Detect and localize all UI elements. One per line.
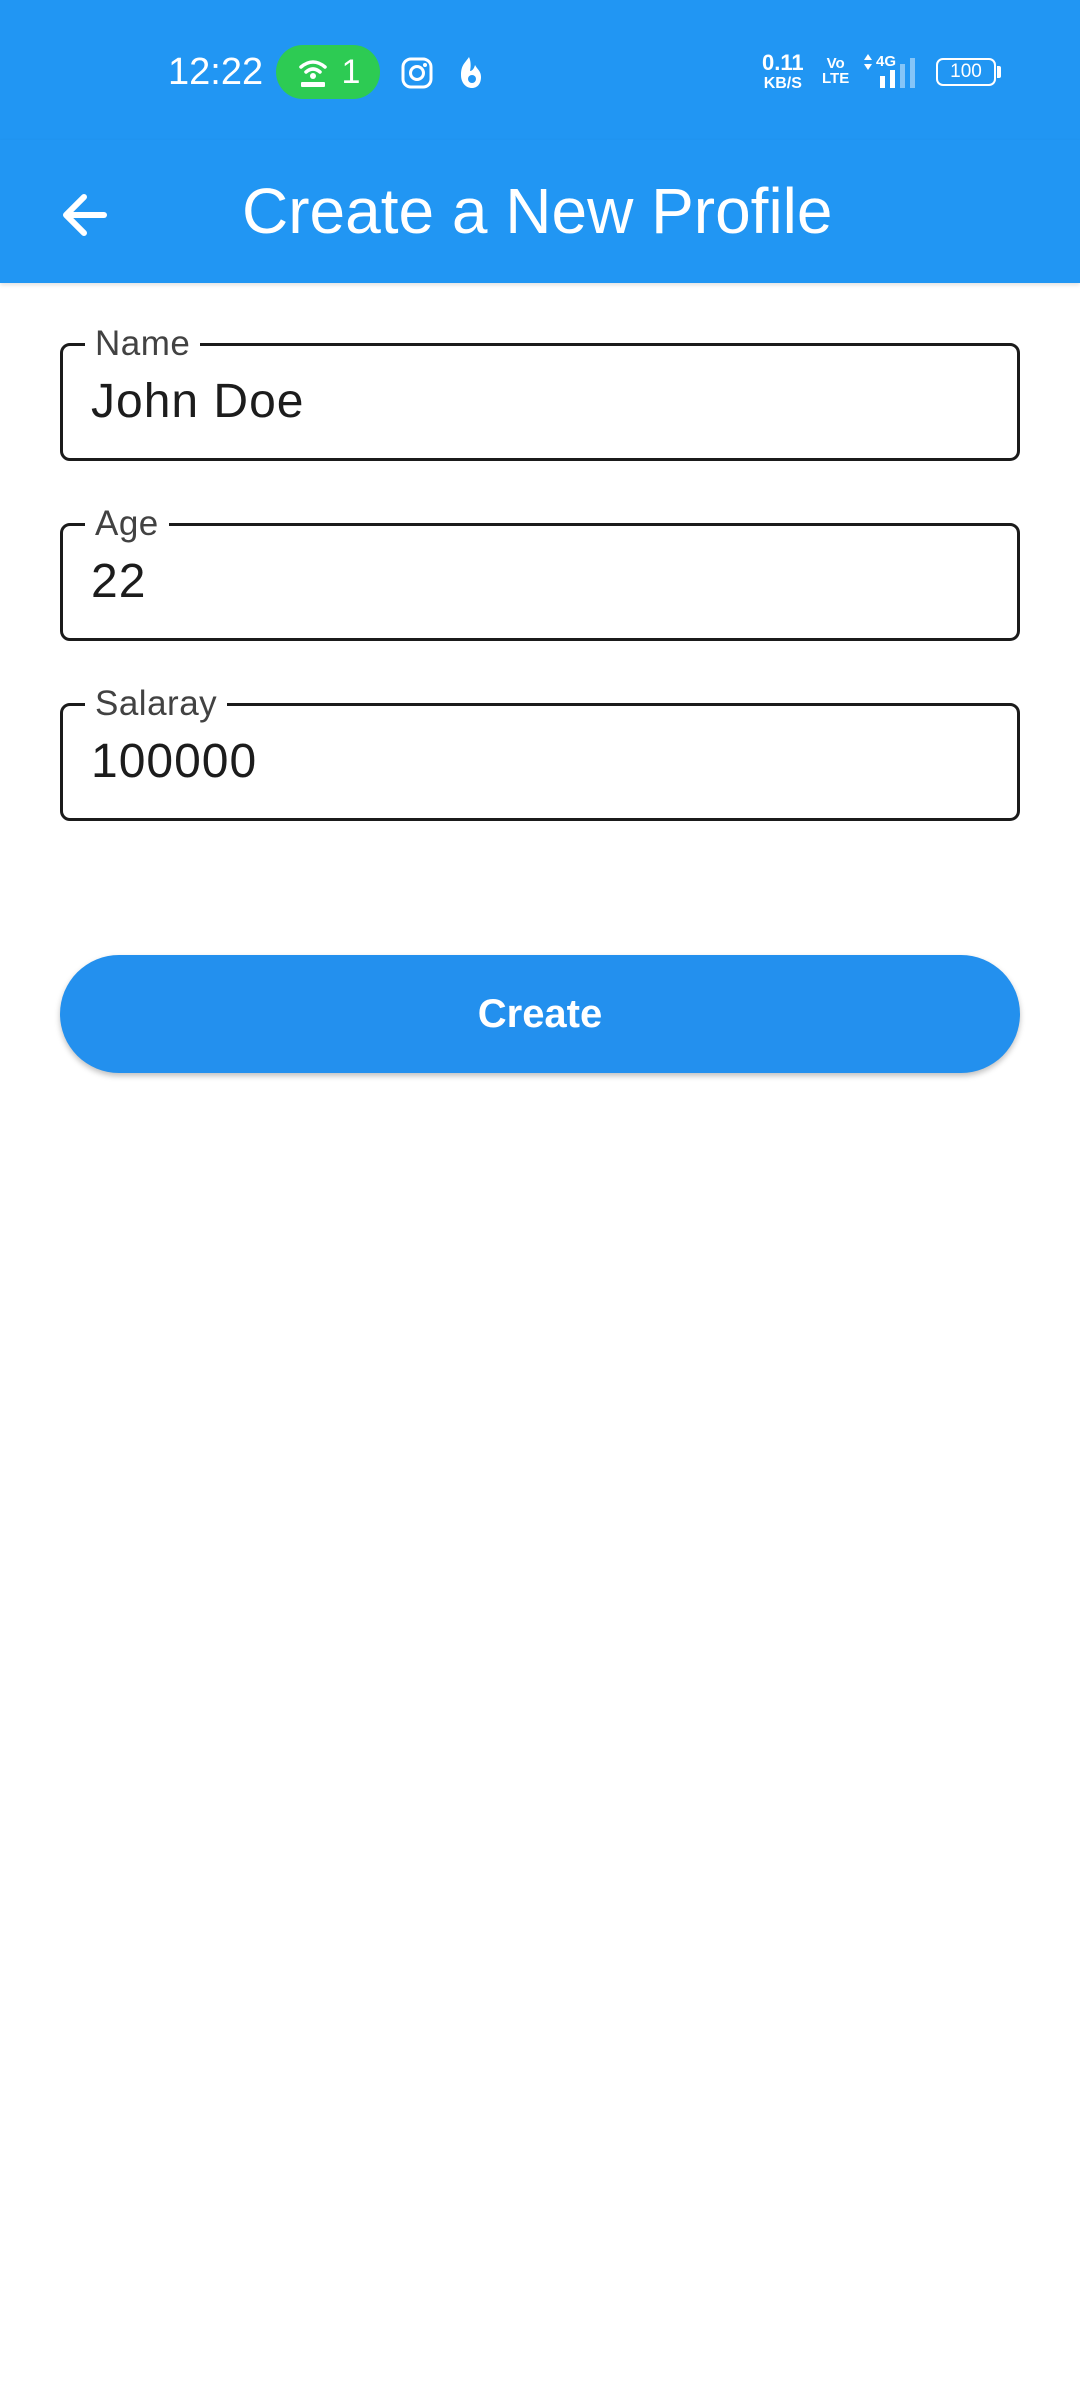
network-speed-unit: KB/S (763, 75, 802, 92)
create-button[interactable]: Create (60, 955, 1020, 1073)
network-speed: 0.11 KB/S (762, 52, 804, 92)
hotspot-count: 1 (341, 52, 361, 91)
app-bar: Create a New Profile (0, 140, 1080, 283)
status-bar: 12:22 1 0.11 KB/S Vo LTE 4G 100 (0, 0, 1080, 140)
age-input[interactable] (91, 526, 991, 638)
back-button[interactable] (40, 173, 128, 261)
battery-level: 100 (950, 61, 982, 82)
name-field[interactable]: Name (60, 324, 1020, 461)
hotspot-indicator[interactable]: 1 (276, 45, 380, 99)
age-field[interactable]: Age (60, 504, 1020, 641)
instagram-icon (400, 56, 434, 95)
arrow-back-icon (58, 189, 110, 246)
page-title: Create a New Profile (242, 175, 833, 247)
app-notification-icon (455, 55, 485, 96)
signal-icon: 4G (860, 50, 924, 97)
network-type: 4G (876, 53, 896, 70)
volte-bottom: LTE (822, 70, 850, 87)
network-speed-value: 0.11 (762, 50, 804, 75)
volte-indicator: Vo LTE (822, 56, 849, 86)
hotspot-icon (296, 55, 330, 89)
volte-top: Vo (826, 55, 845, 72)
battery-tip (997, 66, 1001, 78)
status-time: 12:22 (168, 51, 264, 93)
salary-field[interactable]: Salaray (60, 684, 1020, 821)
name-input[interactable] (91, 346, 991, 458)
salary-input[interactable] (91, 706, 991, 818)
battery-icon: 100 (936, 58, 996, 86)
